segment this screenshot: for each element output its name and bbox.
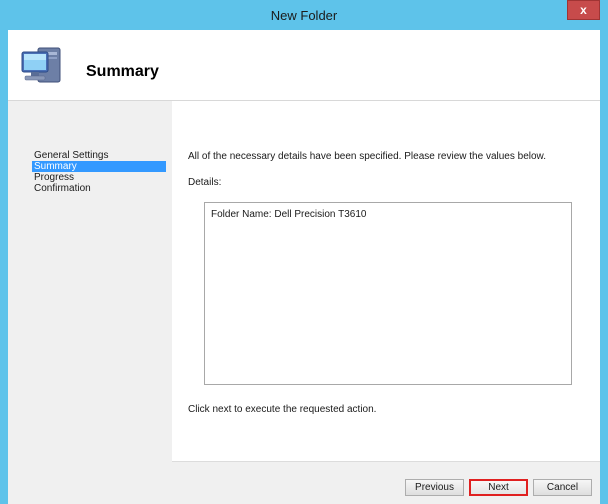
previous-button[interactable]: Previous <box>405 479 464 496</box>
details-folder-name: Folder Name: Dell Precision T3610 <box>211 209 367 220</box>
next-hint-text: Click next to execute the requested acti… <box>188 404 377 415</box>
page-title: Summary <box>86 63 159 80</box>
page-header: Summary <box>8 30 600 101</box>
close-icon: x <box>580 3 587 17</box>
title-bar[interactable]: New Folder x <box>0 0 608 30</box>
nav-item-summary[interactable]: Summary <box>32 161 166 172</box>
close-button[interactable]: x <box>567 0 600 20</box>
nav-item-progress[interactable]: Progress <box>32 172 166 183</box>
computer-icon <box>21 47 61 83</box>
next-button[interactable]: Next <box>469 479 528 496</box>
button-bar: Previous Next Cancel <box>172 461 600 504</box>
details-textbox[interactable]: Folder Name: Dell Precision T3610 <box>204 202 572 385</box>
summary-content: All of the necessary details have been s… <box>172 101 600 461</box>
wizard-steps-nav: General Settings Summary Progress Confir… <box>8 101 172 504</box>
nav-item-general-settings[interactable]: General Settings <box>32 150 166 161</box>
intro-text: All of the necessary details have been s… <box>188 151 546 162</box>
window-title: New Folder <box>270 8 338 23</box>
details-label: Details: <box>188 177 222 188</box>
nav-item-confirmation[interactable]: Confirmation <box>32 183 166 194</box>
wizard-window: New Folder x Summary General Settings Su… <box>0 0 608 504</box>
wizard-client-area: Summary General Settings Summary Progres… <box>8 30 600 504</box>
cancel-button[interactable]: Cancel <box>533 479 592 496</box>
